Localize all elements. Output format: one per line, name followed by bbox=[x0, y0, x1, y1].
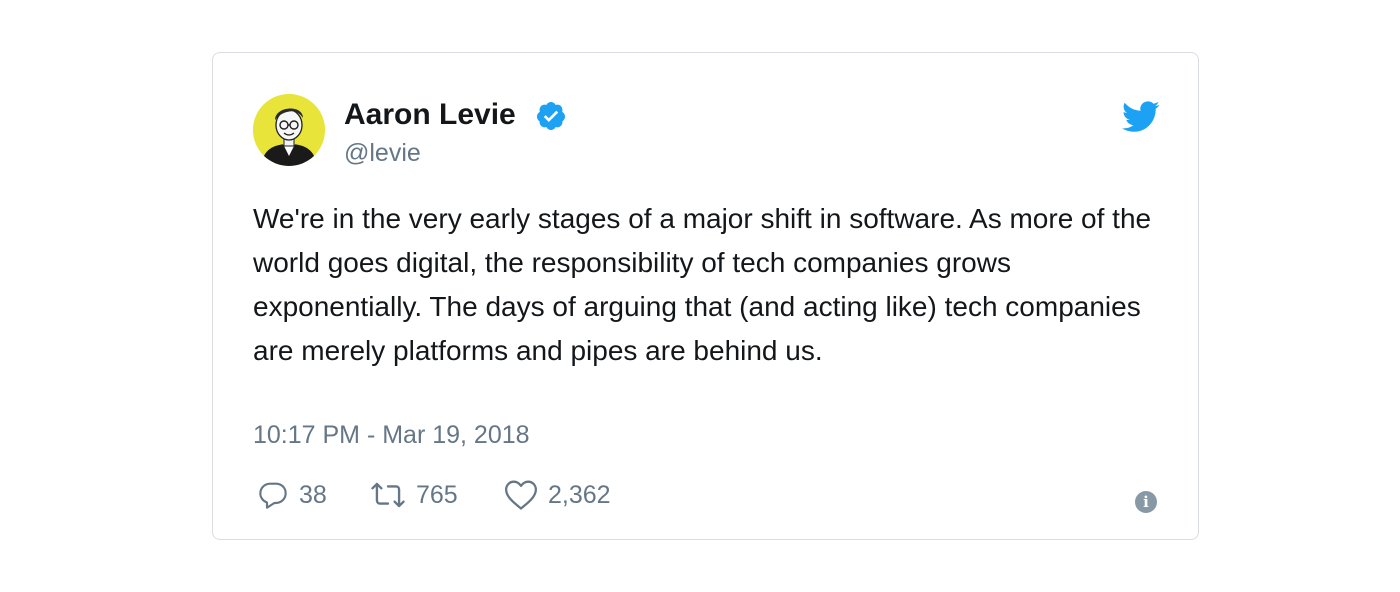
verified-badge-icon bbox=[536, 102, 565, 130]
author-name[interactable]: Aaron Levie bbox=[344, 98, 516, 132]
tweet-text: We're in the very early stages of a majo… bbox=[253, 203, 1152, 366]
retweet-icon bbox=[371, 482, 405, 508]
info-icon[interactable]: i bbox=[1135, 491, 1157, 513]
reply-count: 38 bbox=[299, 480, 327, 509]
tweet-card: Aaron Levie @levie We're in the very ear… bbox=[212, 52, 1199, 540]
retweet-button[interactable]: 765 bbox=[370, 475, 458, 515]
avatar-illustration-icon bbox=[253, 94, 325, 166]
like-button[interactable]: 2,362 bbox=[504, 475, 611, 515]
reply-button[interactable]: 38 bbox=[257, 475, 327, 515]
twitter-bird-icon[interactable] bbox=[1122, 101, 1160, 133]
author-handle[interactable]: @levie bbox=[344, 139, 421, 168]
retweet-count: 765 bbox=[416, 480, 458, 509]
like-count: 2,362 bbox=[548, 480, 611, 509]
tweet-timestamp[interactable]: 10:17 PM - Mar 19, 2018 bbox=[253, 421, 530, 450]
reply-icon bbox=[259, 482, 287, 509]
heart-icon bbox=[504, 480, 538, 510]
author-avatar[interactable] bbox=[253, 94, 325, 166]
